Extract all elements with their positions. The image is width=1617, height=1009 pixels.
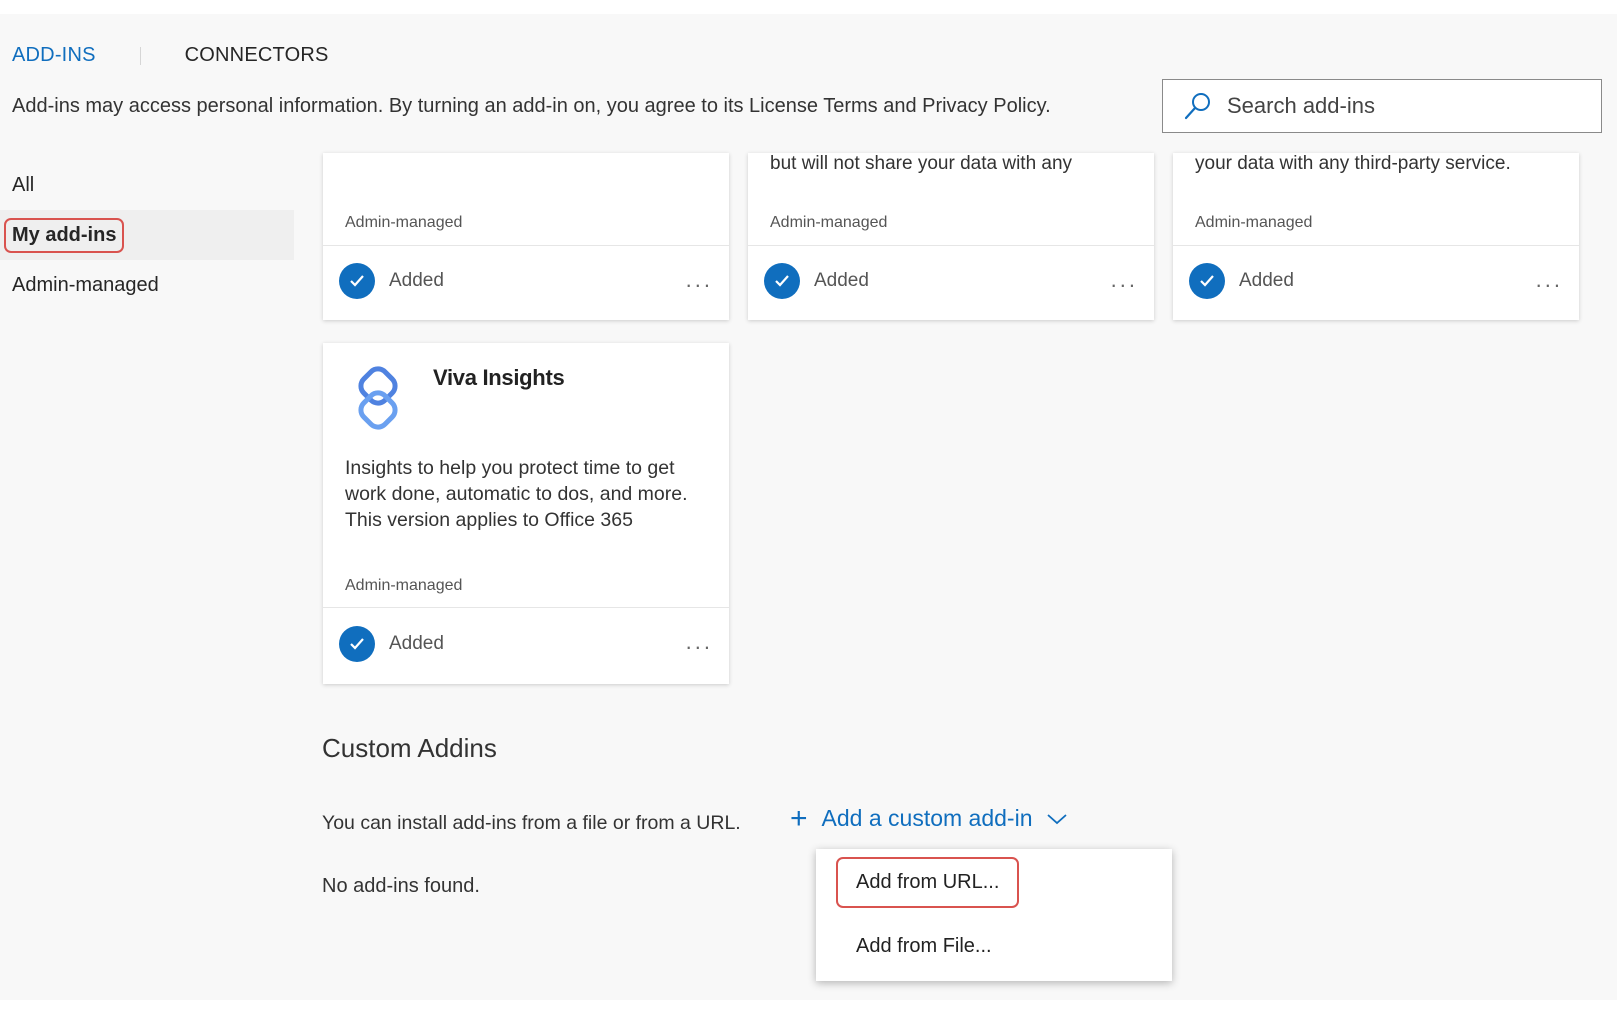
card-divider [748, 245, 1154, 246]
card-divider [323, 245, 729, 246]
nav-item-label: All [12, 173, 35, 196]
addin-card: Admin-managed Added ... [323, 153, 729, 320]
privacy-disclaimer: Add-ins may access personal information.… [12, 95, 1051, 117]
status-row: Added [339, 626, 444, 662]
addin-description: Insights to help you protect time to get… [345, 457, 688, 531]
status-label: Added [814, 270, 869, 291]
nav-item-all[interactable]: All [0, 160, 294, 210]
nav-item-label: My add-ins [4, 217, 125, 253]
add-custom-addin-menu: Add from URL... Add from File... [816, 849, 1172, 981]
custom-addins-heading: Custom Addins [322, 733, 497, 763]
viva-insights-logo-icon [343, 361, 415, 433]
add-custom-addin-label: Add a custom add-in [821, 805, 1033, 831]
card-divider [323, 607, 729, 608]
menu-item-add-from-file[interactable]: Add from File... [856, 935, 992, 958]
check-icon [339, 626, 375, 662]
addin-description: but will not share your data with any [770, 153, 1073, 174]
viva-insights-card[interactable]: Viva Insights Insights to help you prote… [323, 343, 729, 684]
chevron-down-icon [1046, 812, 1068, 826]
admin-managed-label: Admin-managed [1195, 214, 1313, 231]
status-row: Added [1189, 263, 1294, 299]
status-row: Added [764, 263, 869, 299]
status-label: Added [389, 270, 444, 291]
empty-state-text: No add-ins found. [322, 875, 480, 897]
addin-title: Viva Insights [433, 365, 565, 390]
status-label: Added [389, 633, 444, 654]
tab-add-ins[interactable]: ADD-INS [12, 44, 96, 67]
addin-card: but will not share your data with any Ad… [748, 153, 1154, 320]
check-icon [764, 263, 800, 299]
nav-item-label: Admin-managed [12, 273, 159, 296]
nav-item-my-add-ins[interactable]: My add-ins [0, 210, 294, 260]
addin-description: your data with any third-party service. [1195, 153, 1511, 174]
status-row: Added [339, 263, 444, 299]
search-input[interactable] [1225, 92, 1589, 120]
card-divider [1173, 245, 1579, 246]
more-options-button[interactable]: ... [686, 267, 713, 293]
check-icon [1189, 263, 1225, 299]
add-custom-addin-button[interactable]: + Add a custom add-in [790, 801, 1068, 835]
admin-managed-label: Admin-managed [345, 577, 463, 594]
top-strip [0, 0, 1617, 14]
more-options-button[interactable]: ... [686, 629, 713, 655]
addin-card: your data with any third-party service. … [1173, 153, 1579, 320]
more-options-button[interactable]: ... [1111, 267, 1138, 293]
check-icon [339, 263, 375, 299]
tab-separator [139, 46, 141, 65]
plus-icon: + [790, 801, 808, 835]
menu-item-add-from-url[interactable]: Add from URL... [836, 857, 1020, 908]
bottom-strip [0, 1000, 1617, 1009]
nav-item-admin-managed[interactable]: Admin-managed [0, 260, 294, 310]
search-icon [1183, 90, 1215, 122]
install-instructions: You can install add-ins from a file or f… [322, 812, 741, 834]
more-options-button[interactable]: ... [1536, 267, 1563, 293]
admin-managed-label: Admin-managed [345, 214, 463, 231]
admin-managed-label: Admin-managed [770, 214, 888, 231]
status-label: Added [1239, 270, 1294, 291]
search-box[interactable] [1162, 79, 1602, 133]
tab-bar: ADD-INS CONNECTORS [12, 44, 329, 67]
category-nav: All My add-ins Admin-managed [0, 160, 294, 310]
tab-connectors[interactable]: CONNECTORS [185, 44, 329, 67]
